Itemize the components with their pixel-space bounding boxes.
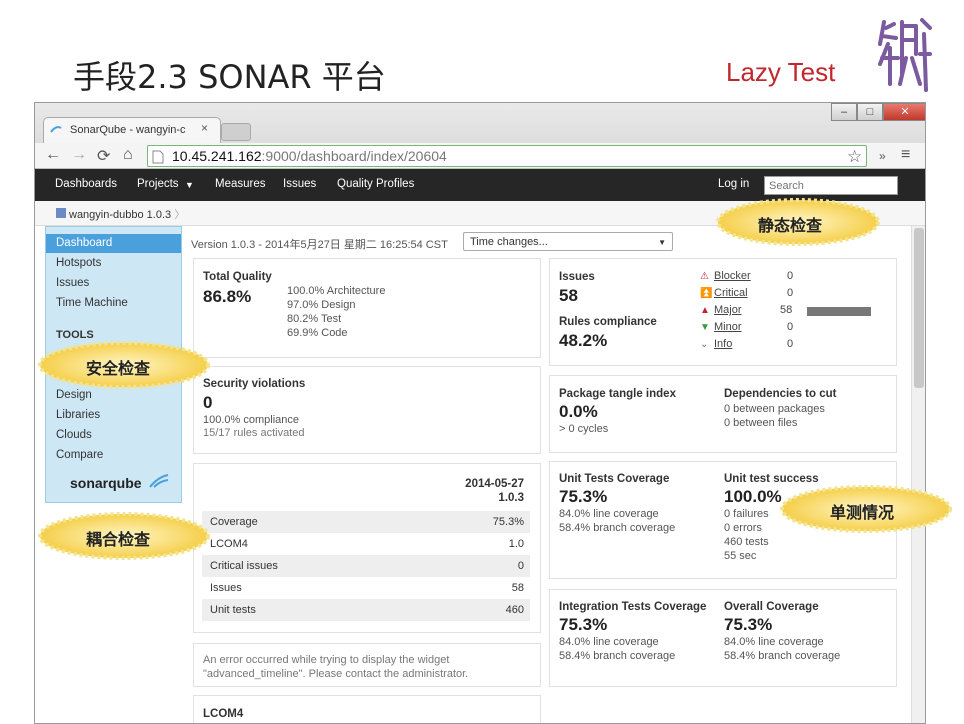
callout-unit-tests: 单测情况 [830,505,895,522]
callout-static-check: 静态检查 [758,218,823,235]
callout-coupling-check: 耦合检查 [86,532,151,549]
callout-security-check: 安全检查 [86,361,151,378]
